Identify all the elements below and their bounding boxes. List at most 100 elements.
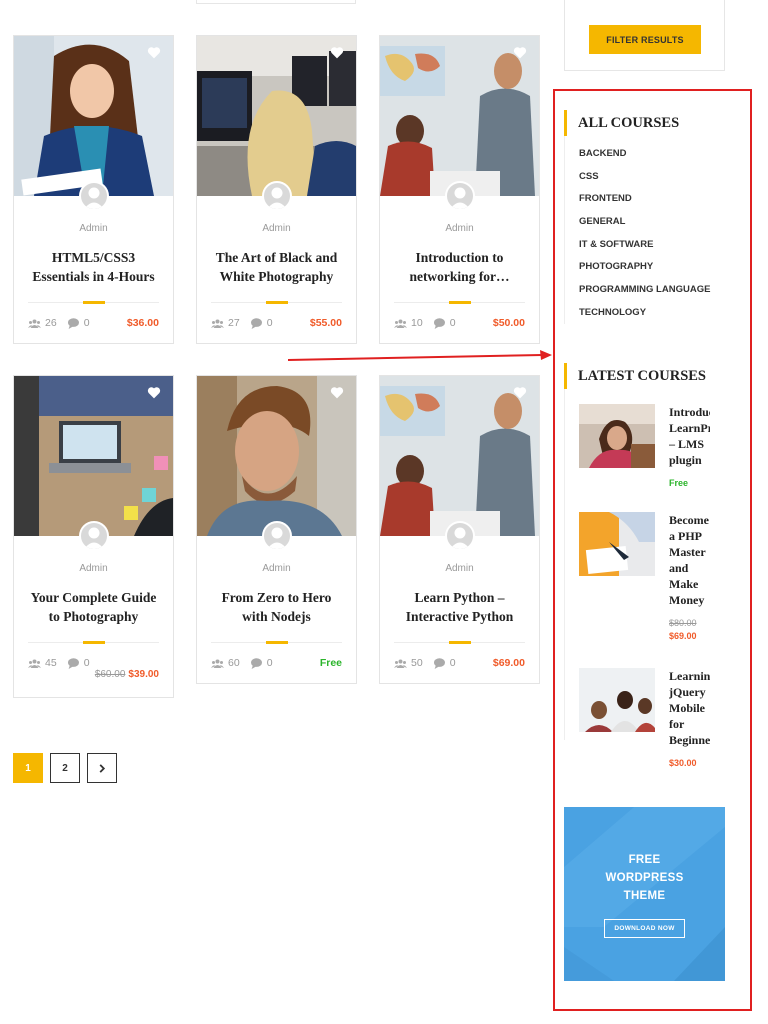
category-item[interactable]: IT & SOFTWARE [579,239,710,262]
heart-icon[interactable] [330,46,344,59]
comment-icon [433,317,445,329]
course-author[interactable]: Admin [28,222,159,236]
latest-course-item[interactable]: Introduc LearnPr – LMS plugin Free [579,404,710,512]
students-icon [394,319,407,328]
latest-course-title[interactable]: Introduc LearnPr – LMS plugin [669,404,710,468]
students-count: 50 [411,657,423,669]
latest-course-item[interactable]: Become a PHP Master and Make Money $80.0… [579,512,710,668]
students-count: 60 [228,657,240,669]
category-item[interactable]: PHOTOGRAPHY [579,261,710,284]
course-price: $36.00 [126,317,159,329]
course-price: $55.00 [309,317,342,329]
students-count: 45 [45,657,57,669]
course-author[interactable]: Admin [211,562,342,576]
course-price: $60.00 $39.00 [28,669,159,697]
course-price: Free [319,657,342,669]
pagination: 1 2 [13,753,117,783]
category-item[interactable]: FRONTEND [579,193,710,216]
category-item[interactable]: BACKEND [579,148,710,171]
course-price: $50.00 [492,317,525,329]
page-1-button[interactable]: 1 [13,753,43,783]
latest-course-price: $30.00 [669,758,697,768]
course-title[interactable]: Learn Python – Interactive Python [394,588,525,626]
latest-course-item[interactable]: Learnin jQuery Mobile for Beginne $30.00 [579,668,710,788]
course-author[interactable]: Admin [211,222,342,236]
course-author[interactable]: Admin [28,562,159,576]
chevron-right-icon [99,763,106,773]
course-title[interactable]: HTML5/CSS3 Essentials in 4-Hours [28,248,159,286]
course-thumbnail[interactable] [14,36,173,196]
comment-icon [67,317,79,329]
avatar [262,521,292,551]
comments-count: 0 [266,657,273,669]
heart-icon[interactable] [513,386,527,399]
latest-course-image [579,404,655,468]
divider [28,641,159,644]
page-2-button[interactable]: 2 [50,753,80,783]
latest-course-image [579,512,655,576]
category-item[interactable]: PROGRAMMING LANGUAGE [579,284,710,307]
category-list: BACKEND CSS FRONTEND GENERAL IT & SOFTWA… [579,148,710,330]
category-item[interactable]: GENERAL [579,216,710,239]
heart-icon[interactable] [147,46,161,59]
course-card[interactable]: Admin Learn Python – Interactive Python … [379,375,540,684]
course-image [14,36,173,196]
course-image [197,376,356,536]
avatar [445,181,475,211]
course-card[interactable]: Admin HTML5/CSS3 Essentials in 4-Hours 2… [13,35,174,344]
comment-icon [250,657,262,669]
sale-price: $39.00 [128,669,159,680]
divider [211,301,342,304]
comments-count: 0 [449,317,456,329]
course-card[interactable]: Admin Introduction to networking for… 10… [379,35,540,344]
course-thumbnail[interactable] [14,376,173,536]
students-icon [28,319,41,328]
students-icon [394,659,407,668]
category-item[interactable]: CSS [579,171,710,194]
course-title[interactable]: The Art of Black and White Photography [211,248,342,286]
heart-icon[interactable] [147,386,161,399]
course-title[interactable]: Your Complete Guide to Photography [28,588,159,626]
course-card[interactable]: Admin Your Complete Guide to Photography… [13,375,174,698]
course-thumbnail[interactable] [380,36,539,196]
students-icon [211,659,224,668]
course-card[interactable]: Admin The Art of Black and White Photogr… [196,35,357,344]
comment-icon [250,317,262,329]
divider [28,301,159,304]
students-count: 27 [228,317,240,329]
latest-course-title[interactable]: Learnin jQuery Mobile for Beginne [669,668,710,748]
download-now-button[interactable]: DOWNLOAD NOW [604,919,685,938]
banner-heading: FREE WORDPRESS THEME [605,854,684,902]
students-icon [28,659,41,668]
category-item[interactable]: TECHNOLOGY [579,307,710,330]
course-image [14,376,173,536]
divider [394,301,525,304]
latest-courses-title: LATEST COURSES [564,363,706,389]
latest-course-price: $69.00 [669,631,697,641]
avatar [79,521,109,551]
course-thumbnail[interactable] [380,376,539,536]
students-count: 26 [45,317,57,329]
filter-results-button[interactable]: FILTER RESULTS [589,25,701,54]
course-card[interactable]: Admin From Zero to Hero with Nodejs 60 0… [196,375,357,684]
students-count: 10 [411,317,423,329]
latest-course-old-price: $80.00 [669,618,697,628]
course-author[interactable]: Admin [394,562,525,576]
course-author[interactable]: Admin [394,222,525,236]
course-thumbnail[interactable] [197,36,356,196]
heart-icon[interactable] [330,386,344,399]
comment-icon [67,657,79,669]
avatar [262,181,292,211]
course-image [197,36,356,196]
course-thumbnail[interactable] [197,376,356,536]
latest-course-title[interactable]: Become a PHP Master and Make Money [669,512,710,608]
course-title[interactable]: From Zero to Hero with Nodejs [211,588,342,626]
wordpress-theme-banner[interactable]: FREE WORDPRESS THEME DOWNLOAD NOW [564,807,725,981]
course-title[interactable]: Introduction to networking for… [394,248,525,286]
course-image [380,36,539,196]
heart-icon[interactable] [513,46,527,59]
latest-course-image [579,668,655,732]
previous-widget-bottom [196,0,356,4]
next-page-button[interactable] [87,753,117,783]
comments-count: 0 [83,657,90,669]
